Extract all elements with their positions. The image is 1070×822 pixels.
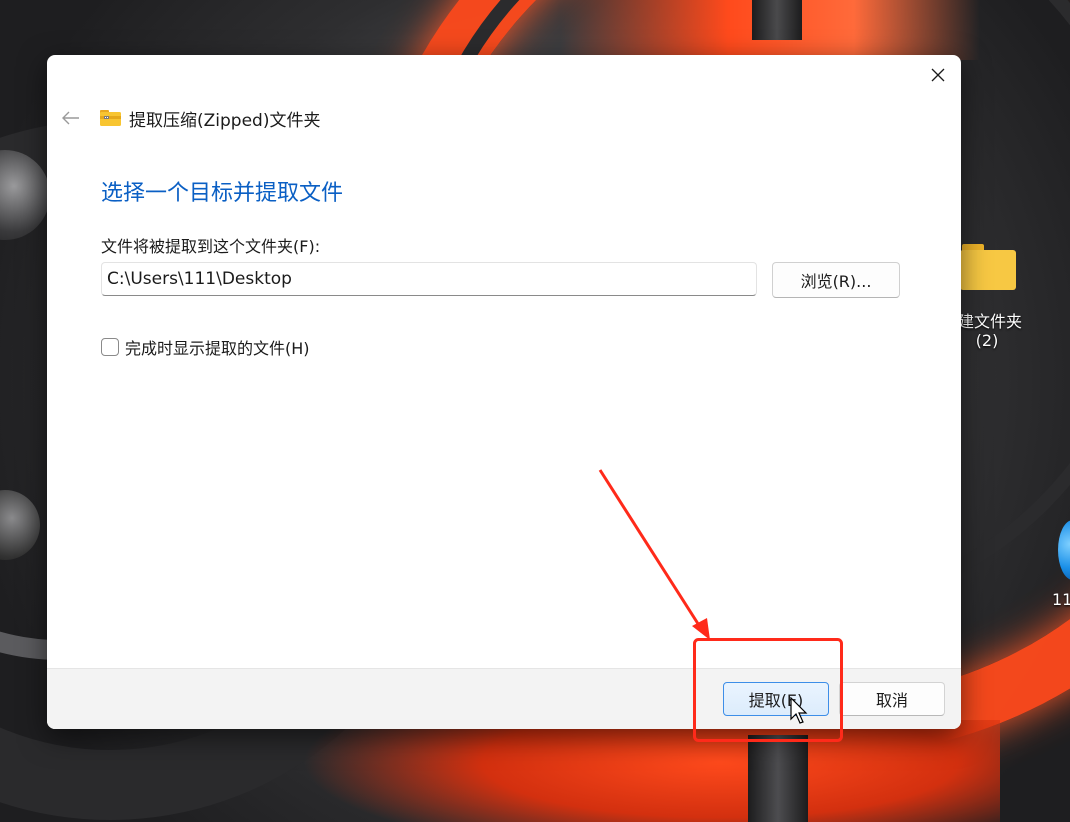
extract-wizard-dialog: 提取压缩(Zipped)文件夹 选择一个目标并提取文件 文件将被提取到这个文件夹… [47,55,961,729]
desktop-app-label[interactable]: 11 [1052,590,1070,609]
zip-folder-icon [100,110,121,126]
cancel-button[interactable]: 取消 [839,682,945,716]
close-button[interactable] [915,55,961,95]
mouse-pointer-icon [790,697,808,724]
destination-path-input[interactable] [101,262,757,296]
arrow-left-icon [62,111,79,125]
show-files-label[interactable]: 完成时显示提取的文件(H) [125,335,310,359]
page-heading: 选择一个目标并提取文件 [101,181,344,206]
destination-label: 文件将被提取到这个文件夹(F): [101,237,321,256]
back-button[interactable] [57,105,85,131]
wizard-nav-row: 提取压缩(Zipped)文件夹 [47,103,961,133]
dialog-footer: 提取(E) 取消 [47,668,961,729]
show-files-option[interactable]: 完成时显示提取的文件(H) [101,335,310,359]
desktop-folder-icon[interactable] [960,244,1016,290]
show-files-checkbox[interactable] [101,338,119,356]
desktop-folder-label[interactable]: 建文件夹 [958,308,1038,332]
close-icon [931,68,945,82]
desktop-folder-label-number[interactable]: (2) [972,331,1002,350]
wizard-title: 提取压缩(Zipped)文件夹 [129,111,321,131]
browse-button[interactable]: 浏览(R)... [772,262,900,298]
extract-button[interactable]: 提取(E) [723,682,829,716]
